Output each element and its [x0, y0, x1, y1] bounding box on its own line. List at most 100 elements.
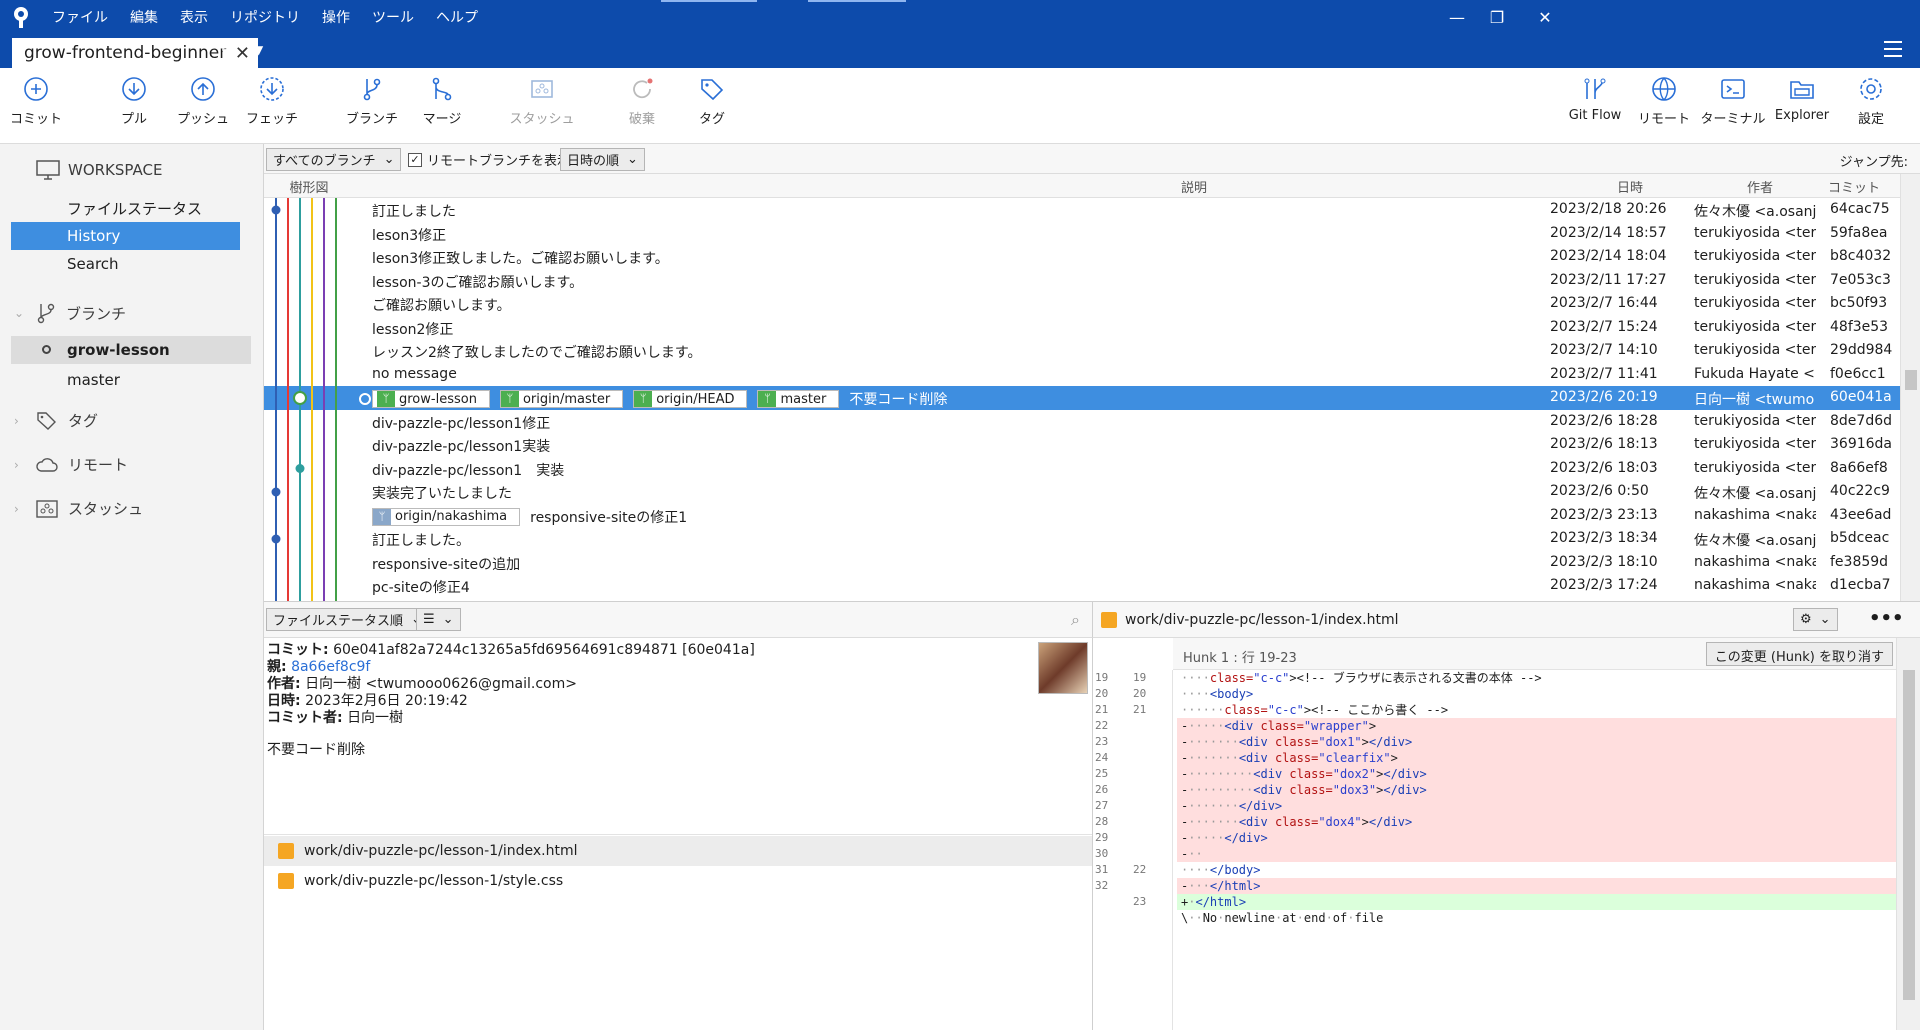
gitflow-button[interactable]: Git Flow [1559, 76, 1631, 123]
commit-row[interactable]: responsive-siteの追加 2023/2/3 18:10 nakashim… [264, 551, 1900, 575]
commit-row[interactable]: 実装完了いたしました 2023/2/6 0:50 佐々木優 <a.osanj. 40c… [264, 480, 1900, 504]
commit-message-text: no message [372, 365, 457, 382]
more-options-icon[interactable]: ••• [1869, 608, 1904, 629]
merge-icon [432, 77, 452, 101]
fetch-button[interactable]: フェッチ [236, 76, 308, 127]
sidebar-group-stashes[interactable]: › スタッシュ [14, 498, 143, 519]
parent-hash-link[interactable]: 8a66ef8c9f [291, 659, 370, 675]
diff-view: Hunk 1 : 行 19-23 この変更 (Hunk) を取り消す 19 19 ·… [1092, 638, 1920, 1030]
search-icon[interactable]: ⌕ [1071, 610, 1080, 630]
commit-author: terukiyosida <terul [1694, 342, 1816, 358]
hamburger-menu-icon[interactable] [1884, 41, 1902, 62]
menu-item[interactable]: ツール [372, 7, 414, 27]
commit-row[interactable]: div-pazzle-pc/lesson1 実装 2023/2/6 18:03 te… [264, 457, 1900, 481]
diff-code: -·······<div class="clearfix"> [1177, 750, 1897, 766]
commit-description: div-pazzle-pc/lesson1 実装 [372, 460, 564, 480]
branch-button[interactable]: ブランチ [336, 76, 408, 127]
commit-row[interactable]: 訂正しました 2023/2/18 20:26 佐々木優 <a.osanj. 64cac… [264, 198, 1900, 222]
terminal-button[interactable]: ターミナル [1697, 76, 1769, 127]
commit-node[interactable] [295, 464, 305, 473]
commit-row[interactable]: no message 2023/2/7 11:41 Fukuda Hayate <m… [264, 363, 1900, 387]
workspace-header: WORKSPACE [36, 160, 162, 180]
sidebar-item-file-status[interactable]: ファイルステータス [11, 194, 240, 222]
commit-node[interactable] [271, 205, 281, 215]
commit-node[interactable] [271, 534, 281, 544]
commit-row[interactable]: ᛘ grow-lesson ᛘ origin/master ᛘ origin/HEAD ᛘ m… [264, 386, 1900, 410]
sidebar-item-history[interactable]: History [11, 222, 240, 250]
diff-code: ······class="c-c"><!-- ここから書く --> [1181, 703, 1449, 717]
pull-button[interactable]: プル [98, 76, 170, 127]
commit-row[interactable]: leson3修正致しました。ご確認お願いします。 2023/2/14 18:04 t… [264, 245, 1900, 269]
diff-code: -·······<div class="dox1"></div> [1177, 734, 1897, 750]
column-description[interactable]: 説明 [1164, 177, 1224, 196]
file-row[interactable]: work/div-puzzle-pc/lesson-1/index.html [264, 836, 1092, 866]
settings-button[interactable]: 設定 [1835, 76, 1907, 127]
commit-author: nakashima <nakas [1694, 577, 1816, 593]
commit-date: 2023/2/6 18:28 [1550, 412, 1658, 429]
remote-button[interactable]: リモート [1628, 76, 1700, 127]
sidebar-group-branches[interactable]: ⌄ ブランチ [14, 302, 126, 324]
menu-item[interactable]: ヘルプ [436, 7, 478, 27]
sidebar-item-search[interactable]: Search [11, 250, 240, 278]
commit-row[interactable]: pc-siteの修正4 2023/2/3 17:24 nakashima <naka… [264, 574, 1900, 598]
menu-item[interactable]: ファイル [52, 7, 108, 27]
diff-scrollbar[interactable] [1896, 638, 1920, 1030]
chevron-right-icon: › [14, 457, 19, 472]
file-row[interactable]: work/div-puzzle-pc/lesson-1/style.css [264, 866, 1092, 896]
commit-date: 2023/2/3 18:10 [1550, 553, 1658, 570]
discard-hunk-button[interactable]: この変更 (Hunk) を取り消す [1705, 642, 1893, 666]
push-button[interactable]: プッシュ [167, 76, 239, 127]
sidebar-group-tags[interactable]: › タグ [14, 410, 98, 431]
view-mode-select[interactable]: ☰ ⌄ [416, 608, 461, 631]
new-tab-button[interactable]: + [220, 38, 238, 63]
sidebar-branch[interactable]: master [11, 366, 240, 394]
diff-code: -·· [1177, 846, 1897, 862]
diff-options-select[interactable]: ⚙ ⌄ [1793, 608, 1838, 631]
chevron-down-icon: ⌄ [14, 306, 25, 320]
commit-row[interactable]: ご確認お願いします。 2023/2/7 16:44 terukiyosida <te… [264, 292, 1900, 316]
scrollbar-thumb[interactable] [1905, 370, 1917, 390]
menu-item[interactable]: 操作 [322, 7, 350, 27]
commit-node[interactable] [293, 391, 307, 405]
commit-row[interactable]: lesson-3のご確認お願いします。 2023/2/11 17:27 teruki… [264, 269, 1900, 293]
new-line-number: 20 [1133, 687, 1147, 700]
column-graph[interactable]: 樹形図 [284, 177, 334, 196]
tag-button[interactable]: タグ [676, 76, 748, 127]
commit-row[interactable]: ᛘ origin/nakashima responsive-siteの修正1 2023… [264, 504, 1900, 528]
restore-button[interactable]: ❐ [1474, 0, 1520, 34]
commit-author: terukiyosida <terul [1694, 224, 1816, 241]
commit-row[interactable]: leson3修正 2023/2/14 18:57 terukiyosida <ter… [264, 222, 1900, 246]
commit-author: nakashima <nakas [1694, 506, 1816, 523]
scrollbar-thumb[interactable] [1903, 670, 1915, 1000]
tag-icon [701, 79, 724, 101]
commit-row[interactable]: 訂正しました。 2023/2/3 18:34 佐々木優 <a.osanj. b5dce… [264, 527, 1900, 551]
commit-row[interactable]: レッスン2終了致しましたのでご確認お願いします。 2023/2/7 14:10 te… [264, 339, 1900, 363]
commit-node[interactable] [271, 487, 281, 497]
sidebar-group-remotes[interactable]: › リモート [14, 454, 128, 475]
menu-item[interactable]: リポジトリ [230, 7, 300, 27]
column-author[interactable]: 作者 [1730, 177, 1790, 196]
old-line-number: 23 [1095, 735, 1109, 748]
commit-message: 不要コード削除 [267, 742, 365, 758]
show-remote-branches-checkbox[interactable]: ✓ リモートブランチを表示 [408, 150, 570, 169]
commit-description: 実装完了いたしました [372, 483, 512, 503]
chevron-down-icon[interactable]: ▼ [254, 43, 263, 57]
stash-button[interactable]: スタッシュ [506, 76, 578, 127]
file-sort-select[interactable]: ファイルステータス順⌄ [266, 608, 429, 631]
commit-row[interactable]: div-pazzle-pc/lesson1修正 2023/2/6 18:28 ter… [264, 410, 1900, 434]
commit-row[interactable]: lesson2修正 2023/2/7 15:24 terukiyosida <ter… [264, 316, 1900, 340]
column-commit[interactable]: コミット [1824, 177, 1884, 196]
discard-button[interactable]: 破棄 [606, 76, 678, 127]
commit-list-scrollbar[interactable] [1900, 174, 1920, 601]
explorer-button[interactable]: Explorer [1766, 76, 1838, 123]
commit-button[interactable]: コミット [0, 76, 72, 127]
branch-filter-select[interactable]: すべてのブランチ ⌄ [266, 148, 402, 171]
commit-row[interactable]: div-pazzle-pc/lesson1実装 2023/2/6 18:13 ter… [264, 433, 1900, 457]
menu-item[interactable]: 編集 [130, 7, 158, 27]
merge-button[interactable]: マージ [406, 76, 478, 127]
menu-item[interactable]: 表示 [180, 7, 208, 27]
close-window-button[interactable]: ✕ [1522, 0, 1568, 34]
column-date[interactable]: 日時 [1600, 177, 1660, 196]
sidebar-branch-current[interactable]: grow-lesson [11, 336, 251, 364]
order-select[interactable]: 日時の順 ⌄ [560, 148, 645, 171]
